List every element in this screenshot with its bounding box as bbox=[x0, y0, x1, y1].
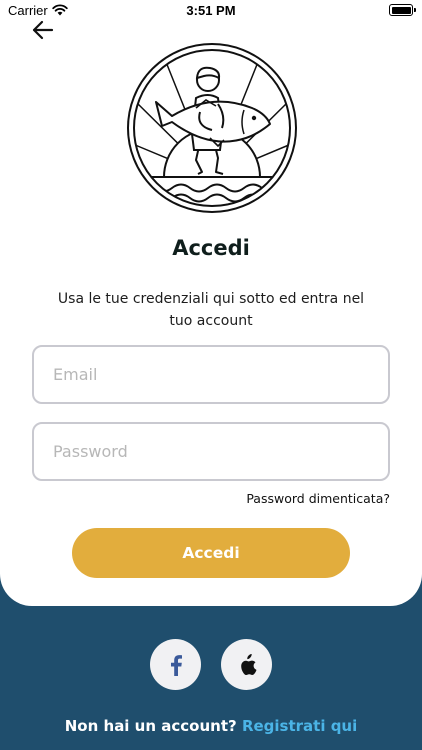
facebook-login-button[interactable] bbox=[150, 639, 201, 690]
apple-login-button[interactable] bbox=[221, 639, 272, 690]
fisherman-logo bbox=[126, 42, 298, 214]
register-link[interactable]: Registrati qui bbox=[242, 717, 357, 735]
register-prompt-text: Non hai un account? bbox=[64, 717, 237, 735]
password-field-container bbox=[32, 422, 390, 481]
page-title: Accedi bbox=[172, 236, 250, 260]
forgot-password-link[interactable]: Password dimenticata? bbox=[246, 491, 390, 506]
email-field-container bbox=[32, 345, 390, 404]
back-button[interactable] bbox=[30, 17, 56, 43]
facebook-icon bbox=[170, 654, 182, 676]
arrow-left-icon bbox=[32, 20, 54, 40]
login-button[interactable]: Accedi bbox=[72, 528, 350, 578]
password-field[interactable] bbox=[34, 424, 388, 479]
page-subtitle: Usa le tue credenziali qui sotto ed entr… bbox=[57, 291, 365, 329]
status-bar: Carrier 3:51 PM bbox=[0, 0, 422, 22]
clock: 3:51 PM bbox=[186, 3, 236, 18]
register-prompt: Non hai un account? Registrati qui bbox=[0, 717, 422, 735]
apple-icon bbox=[240, 653, 256, 675]
battery-icon bbox=[389, 4, 416, 16]
email-field[interactable] bbox=[34, 347, 388, 402]
